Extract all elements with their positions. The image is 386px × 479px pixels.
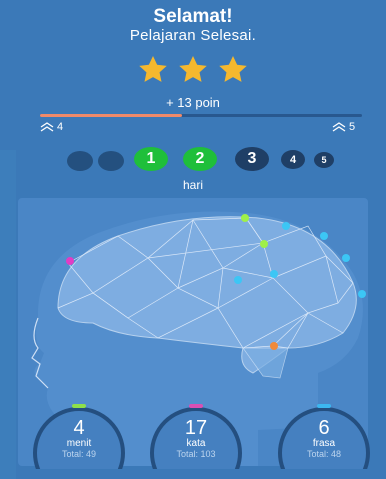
- stat-unit: kata: [186, 438, 206, 449]
- stat-total: Total: 48: [306, 449, 342, 459]
- stat-color-dot: [189, 404, 203, 408]
- stat-color-dot: [72, 404, 86, 408]
- level-progress-fill: [40, 114, 182, 117]
- streak-label: hari: [182, 178, 203, 192]
- page-title: Selamat!: [153, 6, 233, 27]
- star-icon: [179, 56, 207, 82]
- streak-days: 1 2 3 4 5: [0, 147, 386, 171]
- star-icon: [219, 56, 247, 82]
- streak-day: [67, 151, 93, 171]
- level-to-value: 5: [349, 121, 356, 133]
- background-strip: [0, 150, 16, 479]
- streak-day-active: 2: [183, 147, 217, 171]
- level-to: 5: [332, 121, 355, 133]
- streak-day: [98, 151, 124, 171]
- stat-color-dot: [317, 404, 331, 408]
- stat-unit: frasa: [312, 438, 336, 449]
- streak-day: 5: [314, 152, 334, 168]
- points-earned: + 13 poin: [166, 95, 220, 110]
- level-chevron-icon: [332, 122, 346, 132]
- stat-total: Total: 49: [61, 449, 97, 459]
- page-subtitle: Pelajaran Selesai.: [129, 27, 257, 44]
- stat-value: 6: [318, 417, 330, 439]
- streak-day-active: 1: [134, 147, 168, 171]
- streak-day: 3: [235, 147, 269, 171]
- star-icon: [139, 56, 167, 82]
- level-from: 4: [40, 121, 63, 133]
- stat-total: Total: 103: [176, 449, 216, 459]
- streak-day: 4: [281, 150, 305, 169]
- rating-stars: [0, 54, 386, 86]
- level-from-value: 4: [57, 121, 64, 133]
- level-progress-bar: [40, 114, 362, 117]
- stat-words: 17 kata Total: 103: [148, 404, 244, 469]
- stat-minutes: 4 menit Total: 49: [31, 404, 127, 469]
- stat-unit: menit: [66, 438, 92, 449]
- stat-value: 4: [73, 417, 85, 439]
- level-chevron-icon: [40, 122, 54, 132]
- stat-phrases: 6 frasa Total: 48: [276, 404, 372, 469]
- stat-value: 17: [184, 417, 208, 439]
